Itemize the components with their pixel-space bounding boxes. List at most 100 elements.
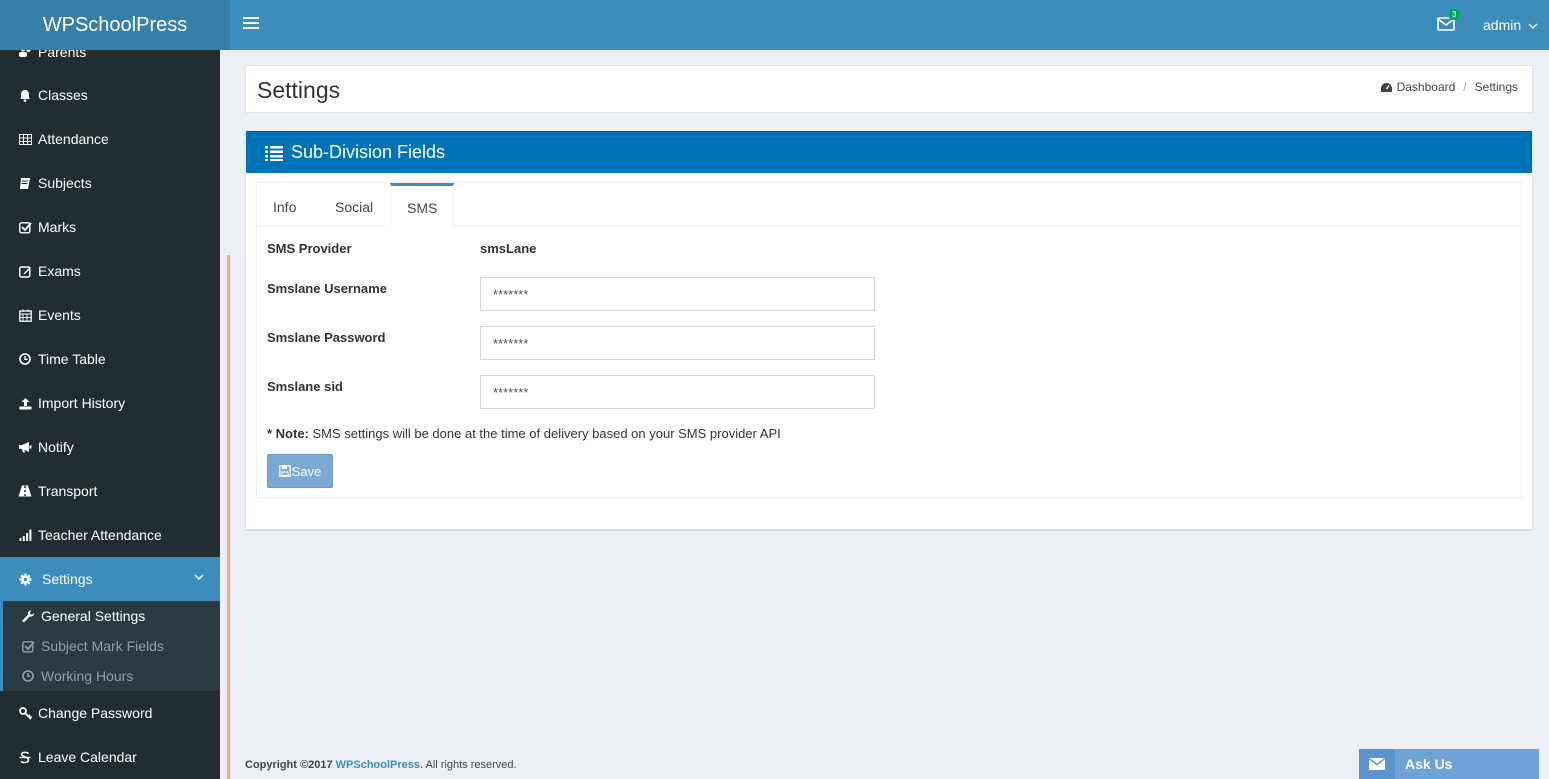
- key-icon: [18, 706, 32, 720]
- box-title: Sub-Division Fields: [291, 142, 446, 162]
- user-name: admin: [1483, 17, 1522, 33]
- smslane-password-input[interactable]: [480, 326, 875, 360]
- breadcrumb: Dashboard / Settings: [1380, 80, 1518, 94]
- submenu-item-general-settings[interactable]: General Settings: [3, 601, 220, 631]
- sidebar-item-settings[interactable]: Settings: [0, 557, 220, 601]
- ask-us-label: Ask Us: [1405, 756, 1453, 772]
- breadcrumb-current: Settings: [1474, 80, 1518, 94]
- page-title: Settings: [257, 77, 341, 103]
- footer-suffix: . All rights reserved.: [420, 759, 517, 771]
- sidebar-item-label: Parents: [38, 50, 87, 60]
- check-square-icon: [18, 220, 32, 234]
- sidebar-item-label: Events: [38, 307, 81, 323]
- footer-prefix: Copyright ©2017: [245, 759, 336, 771]
- calendar-icon: [18, 308, 32, 322]
- sidebar-item-label: Leave Calendar: [38, 749, 137, 765]
- sidebar-item-notify[interactable]: Notify: [0, 425, 220, 469]
- sidebar-item-label: Change Password: [38, 705, 153, 721]
- sidebar-item-marks[interactable]: Marks: [0, 205, 220, 249]
- sidebar-item-teacher-attendance[interactable]: Teacher Attendance: [0, 513, 220, 557]
- sidebar-item-change-password[interactable]: Change Password: [0, 691, 220, 735]
- check-square-icon: [21, 639, 35, 653]
- sidebar-item-label: Teacher Attendance: [38, 527, 162, 543]
- note-text: SMS settings will be done at the time of…: [308, 426, 781, 441]
- sidebar-item-label: Subjects: [38, 175, 92, 191]
- clock-icon: [18, 352, 32, 366]
- submenu-item-label: Subject Mark Fields: [41, 638, 164, 654]
- sms-note: * Note: SMS settings will be done at the…: [267, 426, 781, 441]
- submenu-item-subject-mark-fields[interactable]: Subject Mark Fields: [3, 631, 220, 661]
- envelope-icon: [1359, 749, 1395, 779]
- breadcrumb-dashboard-link[interactable]: Dashboard: [1397, 80, 1456, 94]
- bullhorn-icon: [18, 440, 32, 454]
- submenu-item-label: General Settings: [41, 608, 146, 624]
- sidebar-item-time-table[interactable]: Time Table: [0, 337, 220, 381]
- parents-icon: [18, 50, 32, 59]
- book-icon: [18, 176, 32, 190]
- strikethrough-icon: [18, 750, 32, 764]
- sidebar-item-label: Marks: [38, 219, 77, 235]
- sidebar-toggle-icon[interactable]: [243, 17, 259, 33]
- bell-icon: [18, 88, 32, 102]
- submenu-item-working-hours[interactable]: Working Hours: [3, 661, 220, 691]
- wrench-icon: [21, 609, 35, 623]
- sms-provider-label: SMS Provider: [267, 241, 352, 256]
- tab-panel: Info Social SMS SMS Provider smsLane Sms…: [256, 182, 1522, 498]
- upload-icon: [18, 396, 32, 410]
- tab-social[interactable]: Social: [319, 183, 389, 227]
- tab-bar: Info Social SMS: [257, 183, 1521, 228]
- box-header: Sub-Division Fields: [246, 131, 1532, 173]
- top-navbar: WPSchoolPress 3 admin: [0, 0, 1549, 50]
- smslane-username-input[interactable]: [480, 277, 875, 311]
- settings-submenu: General Settings Subject Mark Fields Wor…: [0, 601, 220, 691]
- sidebar-item-subjects[interactable]: Subjects: [0, 161, 220, 205]
- sidebar-item-label: Settings: [42, 571, 93, 587]
- sidebar-item-label: Notify: [38, 439, 74, 455]
- sms-provider-value: smsLane: [480, 241, 537, 256]
- sidebar-item-import-history[interactable]: Import History: [0, 381, 220, 425]
- save-button-label: Save: [291, 463, 322, 479]
- chevron-down-icon: [1528, 23, 1538, 30]
- sidebar-item-label: Time Table: [38, 351, 106, 367]
- smslane-password-label: Smslane Password: [267, 330, 386, 345]
- chevron-down-icon: [194, 574, 204, 580]
- sidebar-item-transport[interactable]: Transport: [0, 469, 220, 513]
- sidebar-item-label: Attendance: [38, 131, 109, 147]
- sidebar-item-classes[interactable]: Classes: [0, 73, 220, 117]
- signal-icon: [18, 528, 32, 542]
- table-icon: [18, 132, 32, 146]
- tab-sms[interactable]: SMS: [390, 183, 455, 228]
- content-header: Settings Dashboard / Settings: [245, 65, 1533, 113]
- ask-us-widget[interactable]: Ask Us: [1359, 749, 1539, 779]
- scroll-accent-line: [227, 255, 230, 779]
- breadcrumb-separator: /: [1463, 80, 1467, 94]
- gear-icon: [18, 572, 32, 586]
- list-icon: [265, 145, 283, 161]
- app-logo[interactable]: WPSchoolPress: [0, 0, 230, 50]
- submenu-item-label: Working Hours: [41, 668, 134, 684]
- sidebar-item-label: Classes: [38, 87, 88, 103]
- tab-info[interactable]: Info: [257, 183, 312, 227]
- sidebar-item-leave-calendar[interactable]: Leave Calendar: [0, 735, 220, 779]
- note-prefix: * Note:: [267, 426, 309, 441]
- sidebar-item-parents[interactable]: Parents: [0, 50, 220, 74]
- clock-icon: [21, 669, 35, 683]
- edit-icon: [18, 264, 32, 278]
- sidebar-item-label: Transport: [38, 483, 98, 499]
- user-menu[interactable]: admin: [1483, 0, 1538, 50]
- sidebar: Parents Classes Attendance Subjects Mark…: [0, 50, 220, 779]
- mail-count-badge: 3: [1449, 9, 1460, 20]
- sidebar-item-events[interactable]: Events: [0, 293, 220, 337]
- sidebar-item-attendance[interactable]: Attendance: [0, 117, 220, 161]
- smslane-sid-label: Smslane sid: [267, 379, 343, 394]
- footer: Copyright ©2017 WPSchoolPress. All right…: [245, 759, 517, 771]
- smslane-sid-input[interactable]: [480, 375, 875, 409]
- save-button[interactable]: Save: [267, 454, 333, 488]
- sidebar-item-exams[interactable]: Exams: [0, 249, 220, 293]
- road-icon: [18, 484, 32, 498]
- smslane-username-label: Smslane Username: [267, 281, 387, 296]
- floppy-disk-icon: [278, 465, 291, 477]
- footer-brand-link[interactable]: WPSchoolPress: [336, 759, 420, 771]
- sidebar-item-label: Exams: [38, 263, 81, 279]
- sidebar-item-label: Import History: [38, 395, 126, 411]
